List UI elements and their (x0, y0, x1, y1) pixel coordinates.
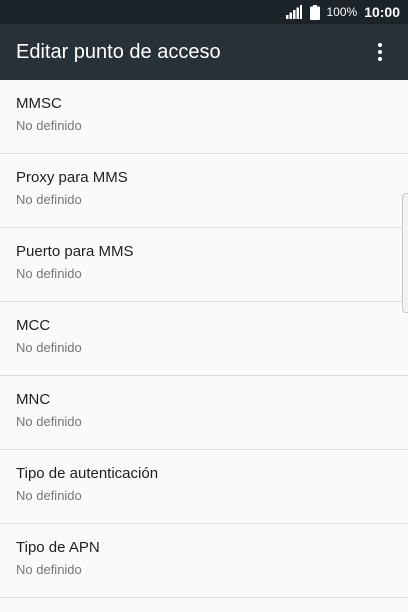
setting-mms-proxy[interactable]: Proxy para MMS No definido (0, 154, 408, 228)
setting-value: No definido (16, 118, 82, 133)
more-vert-icon (378, 43, 382, 61)
setting-title: MCC (16, 317, 51, 334)
signal-icon (286, 5, 303, 19)
setting-value: No definido (16, 414, 82, 429)
setting-value: No definido (16, 192, 82, 207)
more-options-button[interactable] (360, 32, 400, 72)
setting-value: No definido (16, 340, 82, 355)
setting-value: No definido (16, 562, 82, 577)
setting-mmsc[interactable]: MMSC No definido (0, 80, 408, 154)
app-bar: Editar punto de acceso (0, 24, 408, 80)
battery-icon (310, 4, 321, 20)
setting-title: MNC (16, 391, 51, 408)
setting-title: Tipo de autenticación (16, 465, 159, 482)
setting-mms-port[interactable]: Puerto para MMS No definido (0, 228, 408, 302)
status-icons: 100% 10:00 (286, 0, 400, 24)
apn-settings-list: MMSC No definido Proxy para MMS No defin… (0, 80, 408, 598)
battery-percentage: 100% (326, 5, 358, 19)
page-title: Editar punto de acceso (16, 41, 221, 63)
setting-title: MMSC (16, 95, 62, 112)
setting-mcc[interactable]: MCC No definido (0, 302, 408, 376)
scroll-handle[interactable] (402, 193, 408, 313)
setting-auth-type[interactable]: Tipo de autenticación No definido (0, 450, 408, 524)
setting-value: No definido (16, 488, 82, 503)
setting-title: Puerto para MMS (16, 243, 134, 260)
clock: 10:00 (364, 4, 400, 20)
setting-title: Tipo de APN (16, 539, 100, 556)
setting-apn-type[interactable]: Tipo de APN No definido (0, 524, 408, 598)
setting-value: No definido (16, 266, 82, 281)
status-bar: 100% 10:00 (0, 0, 408, 24)
setting-mnc[interactable]: MNC No definido (0, 376, 408, 450)
setting-title: Proxy para MMS (16, 169, 128, 186)
